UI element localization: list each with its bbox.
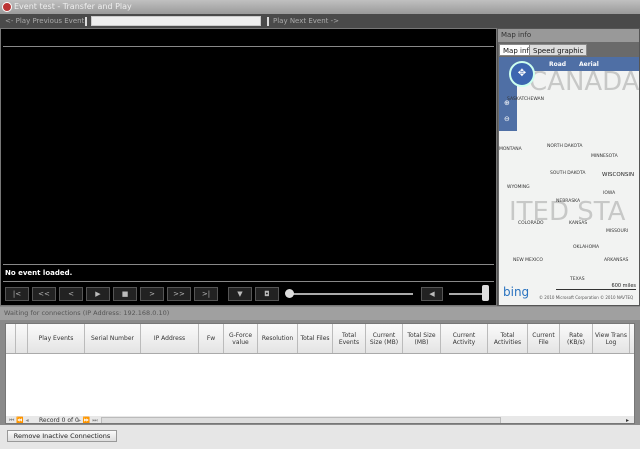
divider [3, 264, 494, 265]
map-copyright: © 2010 Microsoft Corporation © 2010 NAVT… [539, 295, 634, 300]
play-next-event-button[interactable]: Play Next Event -> [273, 14, 339, 28]
nav-first-buttons[interactable]: ⏮ ⏪ ◂ [9, 416, 29, 423]
zoom-out-icon[interactable]: ⊖ [504, 115, 510, 123]
map-label: Oklahoma [573, 245, 600, 250]
volume-handle[interactable] [482, 285, 489, 301]
stop-button[interactable]: ■ [113, 287, 137, 301]
map-label: Saskatchewan [507, 97, 544, 102]
map-label: Arkansas [604, 258, 629, 263]
column-header[interactable]: Resolution [258, 324, 298, 353]
seek-handle[interactable] [285, 289, 294, 298]
map-label: Montana [499, 147, 522, 152]
grid-navigator: ⏮ ⏪ ◂ Record 0 of 0 ▸ ⏩ ⏭ ▸ [6, 416, 634, 424]
map-label: Wisconsin [602, 172, 635, 178]
map-label: Wyoming [507, 185, 530, 190]
column-header[interactable]: Serial Number [85, 324, 141, 353]
remove-inactive-connections-button[interactable]: Remove Inactive Connections [7, 430, 117, 442]
map-panel: Map info Map info Speed graphic CANADA I… [497, 28, 640, 306]
speaker-icon: ◀ [429, 290, 435, 298]
column-header[interactable]: Fw [199, 324, 224, 353]
seek-slider[interactable] [289, 293, 413, 295]
step-forward-button[interactable]: > [140, 287, 164, 301]
column-header[interactable]: View Trans Log [593, 324, 630, 353]
connections-grid: Play Events Serial Number IP Address Fw G-Fo… [5, 323, 635, 424]
map-label: Missouri [606, 229, 629, 234]
column-header[interactable]: Total Size (MB) [403, 324, 441, 353]
map-scale: 600 miles [556, 283, 636, 290]
event-field[interactable] [91, 16, 261, 26]
last-frame-button[interactable]: >| [194, 287, 218, 301]
column-header[interactable]: IP Address [141, 324, 199, 353]
window-title: Event test - Transfer and Play [14, 2, 132, 11]
map-label: Iowa [603, 191, 616, 196]
map-label: North Dakota [547, 144, 583, 149]
pan-compass-icon[interactable]: ✥ [509, 61, 535, 87]
column-header[interactable]: Total Events [333, 324, 366, 353]
video-player: No event loaded. |< << < ▶ ■ > >> >| ▼ ◘… [0, 28, 497, 306]
tab-speed-graphic[interactable]: Speed graphic [529, 44, 588, 56]
map-label: South Dakota [550, 171, 586, 176]
column-header[interactable]: G-Force value [224, 324, 258, 353]
fast-forward-button[interactable]: >> [167, 287, 191, 301]
first-frame-button[interactable]: |< [5, 287, 29, 301]
map-label: New Mexico [513, 258, 543, 263]
toolbar: <- Play Previous Event Play Next Event -… [0, 14, 640, 28]
column-header[interactable]: Rate (KB/s) [560, 324, 593, 353]
fast-rewind-button[interactable]: << [32, 287, 56, 301]
column-header[interactable]: Total Activities [488, 324, 528, 353]
map-label: Kansas [569, 221, 588, 226]
column-header[interactable] [16, 324, 28, 353]
column-header[interactable]: Play Events [28, 324, 85, 353]
separator [85, 17, 87, 26]
bing-logo: bing [503, 285, 530, 299]
aerial-mode-button[interactable]: Aerial [579, 61, 599, 68]
marker-icon: ▼ [237, 290, 243, 298]
map-watermark: CANADA [529, 67, 639, 97]
divider [3, 281, 494, 282]
grid-header: Play Events Serial Number IP Address Fw G-Fo… [6, 324, 634, 354]
column-header[interactable]: Current Size (MB) [366, 324, 403, 353]
column-header[interactable] [6, 324, 16, 353]
map-label: Minnesota [591, 154, 618, 159]
divider [3, 46, 494, 47]
scroll-right-icon[interactable]: ▸ [626, 416, 629, 423]
column-header[interactable]: Current File [528, 324, 560, 353]
map-view[interactable]: CANADA ITED STA Road Aerial ⊕ ⊖ ✥ Saskat… [499, 57, 639, 305]
play-previous-event-button[interactable]: <- Play Previous Event [5, 14, 84, 28]
column-header[interactable]: Current Activity [441, 324, 488, 353]
nav-next-buttons[interactable]: ▸ ⏩ ⏭ [78, 416, 98, 423]
snapshot-button[interactable]: ◘ [255, 287, 279, 301]
bottom-bar: Remove Inactive Connections [0, 425, 640, 449]
map-label: Colorado [518, 221, 544, 226]
marker-button[interactable]: ▼ [228, 287, 252, 301]
app-icon [2, 2, 12, 12]
title-bar: Event test - Transfer and Play [0, 0, 640, 14]
play-button[interactable]: ▶ [86, 287, 110, 301]
connection-status: Waiting for connections (IP Address: 192… [0, 307, 640, 320]
map-label: Nebraska [556, 199, 581, 204]
separator [267, 17, 269, 26]
player-status: No event loaded. [5, 269, 73, 277]
step-back-button[interactable]: < [59, 287, 83, 301]
column-header[interactable]: Total Files [298, 324, 333, 353]
camera-icon: ◘ [264, 290, 270, 298]
record-indicator: Record 0 of 0 [39, 417, 79, 424]
road-mode-button[interactable]: Road [549, 61, 566, 68]
horizontal-scrollbar[interactable] [101, 417, 501, 423]
map-panel-header: Map info [498, 29, 639, 42]
map-label: Texas [570, 277, 585, 282]
mute-button[interactable]: ◀ [421, 287, 443, 301]
